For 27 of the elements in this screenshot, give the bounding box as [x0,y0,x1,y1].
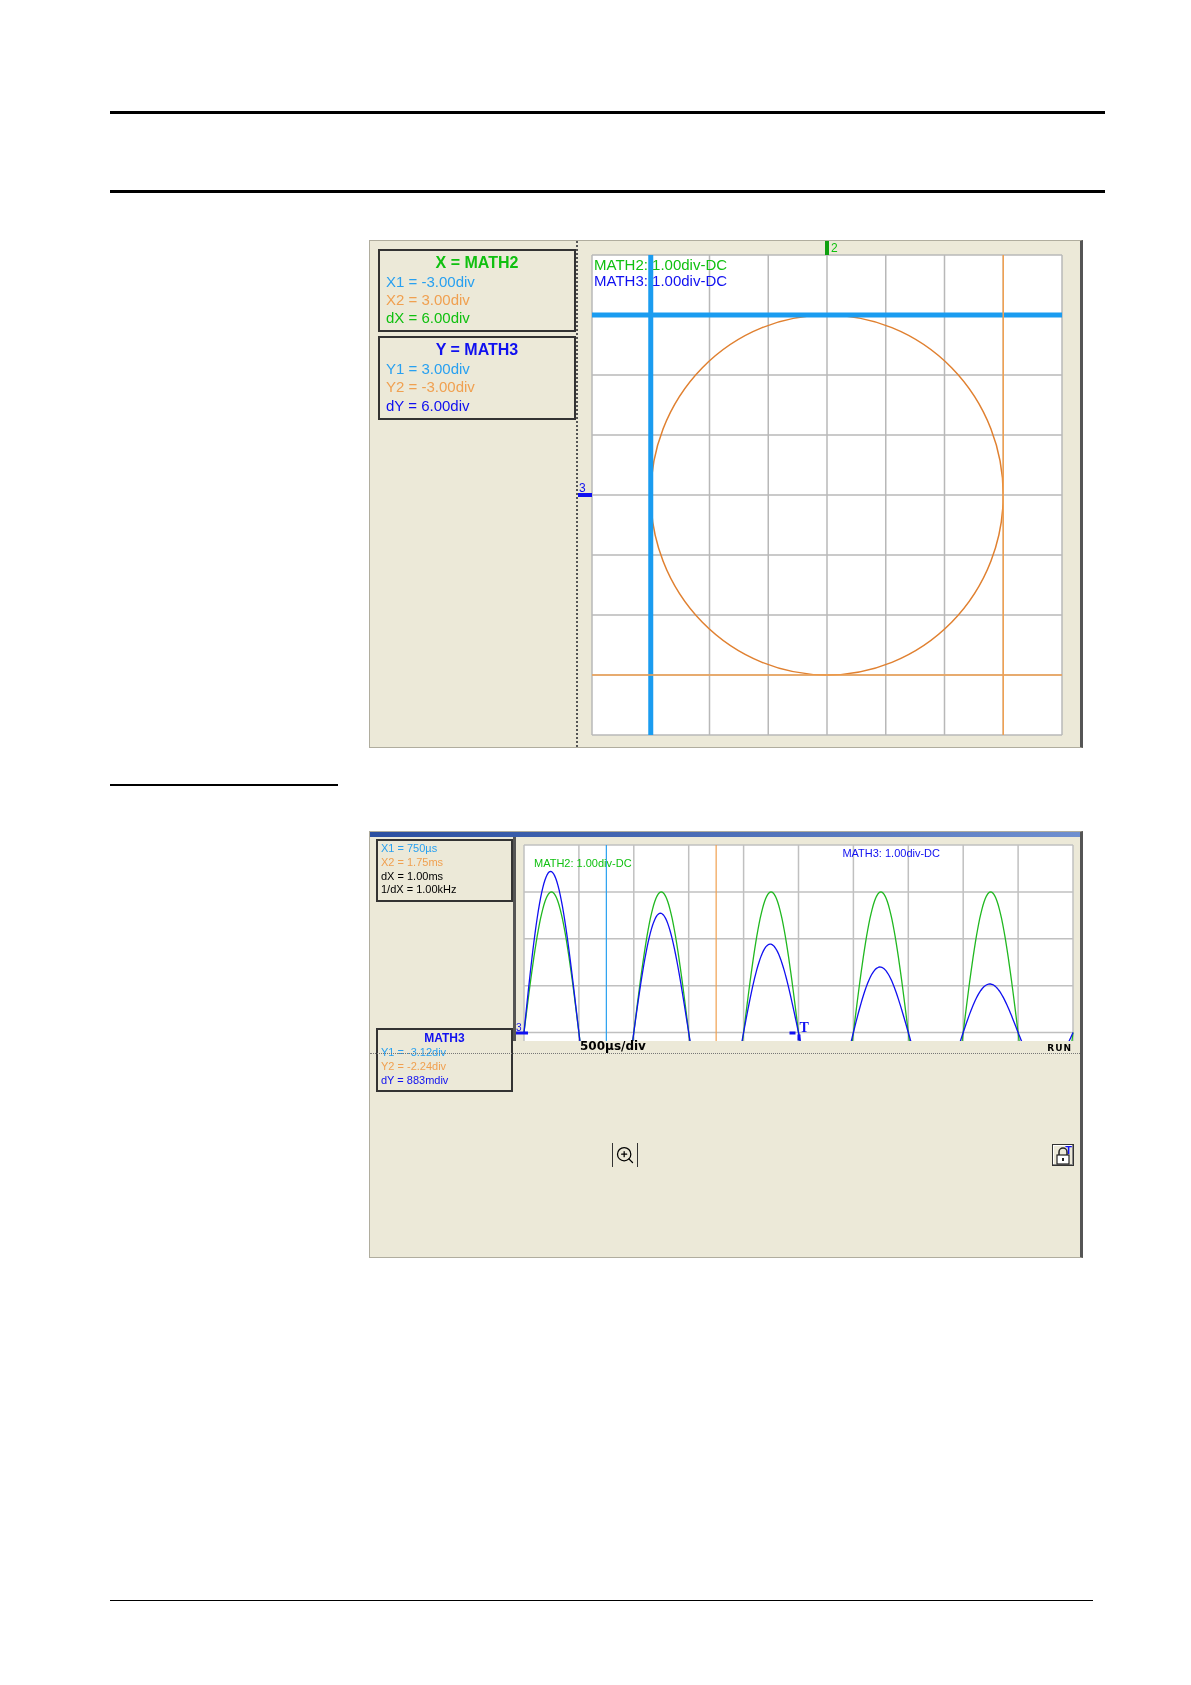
trace-label: MATH2: 1.00div-DC [594,256,728,273]
cursor-reading: dX = 1.00ms [381,869,444,884]
cursor-line[interactable] [1002,254,1004,736]
cursor-reading: Y2 = -3.00div [386,378,475,397]
cursor-reading: dY = 883mdiv [381,1073,449,1088]
panel-title: MATH3 [423,1031,466,1046]
cursor-line[interactable] [648,255,654,735]
run-status: RUN [1047,1042,1072,1053]
cursor-reading: X2 = 1.75ms [381,855,444,870]
cursor-reading: dY = 6.00div [386,396,470,415]
panel-title: X = MATH2 [434,253,520,273]
cursor-reading: 1/dX = 1.00kHz [381,883,457,897]
timebase-label: 500µs/div [580,1038,646,1053]
zoom-in-icon [615,1145,635,1166]
panel-title: Y = MATH3 [434,340,520,360]
cursor-reading: Y1 = 3.00div [386,359,470,379]
cursor-reading: X1 = 750µs [381,842,438,856]
cursor-line[interactable] [591,674,1063,676]
trace-label: MATH3: 1.00div-DC [594,272,728,289]
cursor-reading: X1 = -3.00div [386,272,475,291]
cursor-line[interactable] [605,844,607,1041]
cursor-reading: dX = 6.00div [386,309,470,328]
cursor-reading: Y2 = -2.24div [381,1059,447,1074]
cursor-line[interactable] [715,844,717,1041]
cursor-reading: X2 = 3.00div [386,290,470,310]
cursor-line[interactable] [592,312,1062,318]
trace-label: MATH3: 1.00div-DC [842,847,941,859]
